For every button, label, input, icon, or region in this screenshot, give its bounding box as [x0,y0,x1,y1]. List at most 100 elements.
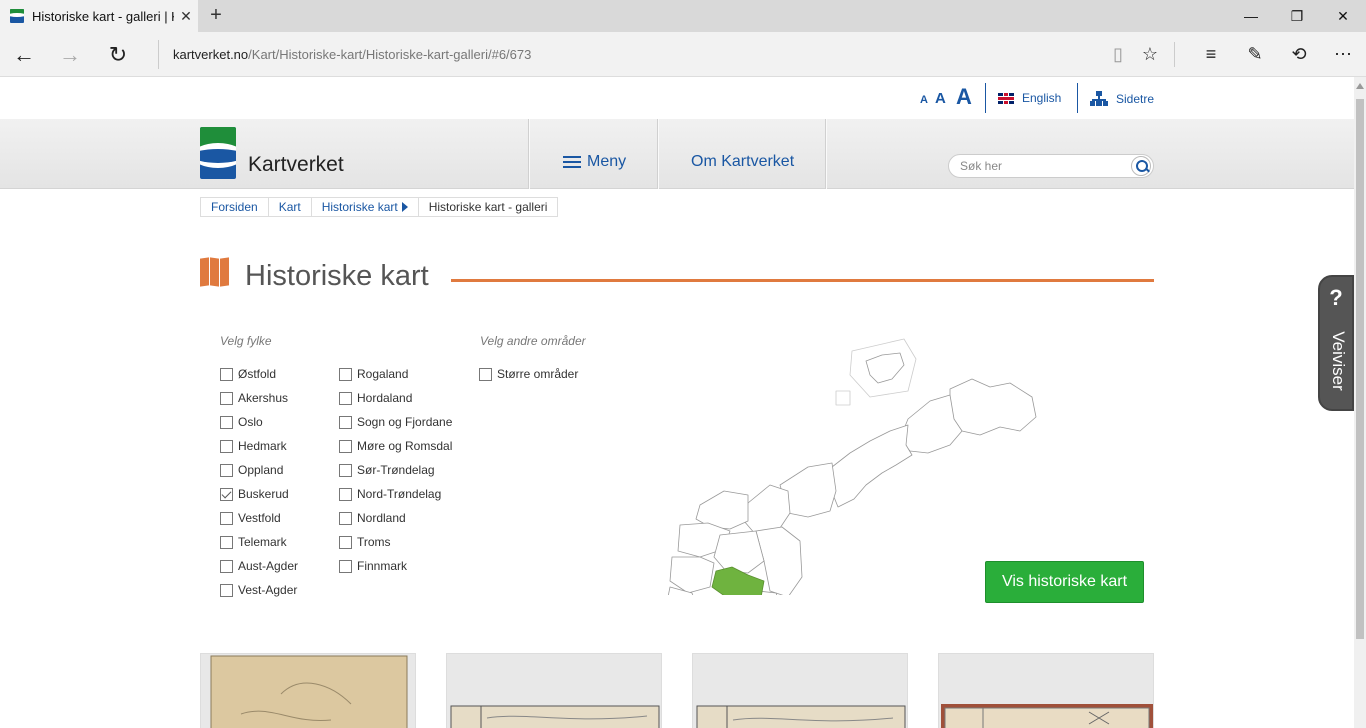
region-hordaland [669,556,715,594]
hamburger-icon [563,156,581,168]
checkbox-box[interactable] [220,463,233,477]
map-thumbnail-2[interactable] [446,653,662,728]
checkbox-box[interactable] [220,535,233,549]
checkbox-nord-trøndelag[interactable]: Nord-Trøndelag [339,487,441,501]
historical-map-image [450,705,660,728]
sitemap-link[interactable]: Sidetre [1090,91,1154,107]
checkbox-finnmark[interactable]: Finnmark [339,559,407,573]
checkbox-label: Finnmark [357,559,408,573]
checkbox-box[interactable] [479,367,492,381]
checkbox-akershus[interactable]: Akershus [220,391,288,405]
scroll-up-icon[interactable] [1356,83,1364,89]
checkbox-box[interactable] [339,535,352,549]
checkbox-label: Oslo [238,415,263,429]
favorite-star-icon[interactable]: ☆ [1128,32,1172,77]
checkbox-box[interactable] [339,367,352,381]
checkbox-vest-agder[interactable]: Vest-Agder [220,583,297,597]
english-label: English [1022,91,1062,105]
checkbox-box[interactable] [339,511,352,525]
more-icon[interactable]: ⋯ [1321,32,1365,77]
checkbox-box[interactable] [339,415,352,429]
about-link[interactable]: Om Kartverket [691,153,794,171]
search-input[interactable] [960,158,1130,174]
checkbox-label: Buskerud [238,487,289,501]
refresh-icon[interactable]: ↻ [94,32,142,77]
checkbox-box[interactable] [220,511,233,525]
checkbox-telemark[interactable]: Telemark [220,535,287,549]
breadcrumb-kart[interactable]: Kart [269,198,312,216]
checkbox-nordland[interactable]: Nordland [339,511,406,525]
checkbox-møre-og-romsdal[interactable]: Møre og Romsdal [339,439,452,453]
checkbox-box[interactable] [220,391,233,405]
english-link[interactable]: English [998,91,1061,105]
map-thumbnail-1[interactable] [200,653,416,728]
checkbox-rogaland[interactable]: Rogaland [339,367,408,381]
checkbox-box[interactable] [220,367,233,381]
map-thumbnail-3[interactable] [692,653,908,728]
search-icon[interactable] [1131,156,1151,176]
checkbox-box[interactable] [339,391,352,405]
checkbox-box[interactable] [220,439,233,453]
font-size-medium[interactable]: A [935,90,946,107]
back-arrow-icon[interactable]: ← [0,32,48,77]
font-size-small[interactable]: A [920,94,928,106]
restore-icon[interactable]: ❐ [1274,0,1320,32]
breadcrumb-forsiden[interactable]: Forsiden [201,198,269,216]
checkbox-label: Hordaland [357,391,413,405]
search-box [948,154,1154,178]
font-size-large[interactable]: A [956,84,972,110]
checkbox-større-områder[interactable]: Større områder [479,367,578,381]
checkbox-buskerud[interactable]: Buskerud [220,487,289,501]
close-window-icon[interactable]: ✕ [1320,0,1366,32]
checkbox-sør-trøndelag[interactable]: Sør-Trøndelag [339,463,435,477]
veiviser-tab[interactable]: ? Veiviser [1318,275,1354,411]
kartverket-logo-icon[interactable] [200,127,236,179]
checkbox-box[interactable] [339,487,352,501]
hub-icon[interactable]: ≡ [1189,32,1233,77]
norway-map-svg[interactable] [660,335,1040,666]
checkbox-hedmark[interactable]: Hedmark [220,439,287,453]
checkbox-hordaland[interactable]: Hordaland [339,391,412,405]
checkbox-østfold[interactable]: Østfold [220,367,276,381]
url-field[interactable]: kartverket.no/Kart/Historiske-kart/Histo… [158,40,1088,69]
sitemap-icon [1090,91,1108,107]
checkbox-oppland[interactable]: Oppland [220,463,283,477]
checkbox-box[interactable] [220,583,233,597]
norway-county-map[interactable] [660,335,1040,666]
url-path: /Kart/Historiske-kart/Historiske-kart-ga… [248,47,532,62]
checkbox-label: Hedmark [238,439,287,453]
checkbox-oslo[interactable]: Oslo [220,415,263,429]
checkbox-troms[interactable]: Troms [339,535,391,549]
checkbox-box[interactable] [220,559,233,573]
brand-name[interactable]: Kartverket [248,153,344,177]
page-scrollbar[interactable] [1354,77,1366,728]
checkbox-box[interactable] [339,463,352,477]
checkbox-box[interactable] [339,439,352,453]
browser-tab[interactable]: Historiske kart - galleri | K ✕ [0,0,198,32]
checkbox-box[interactable] [220,487,233,501]
region-oppland [713,530,765,574]
checkbox-vestfold[interactable]: Vestfold [220,511,281,525]
map-thumbnail-4[interactable] [938,653,1154,728]
breadcrumb-current: Historiske kart - galleri [428,200,548,214]
scroll-thumb[interactable] [1356,99,1364,639]
checkbox-aust-agder[interactable]: Aust-Agder [220,559,298,573]
header-separator [825,119,826,189]
web-note-icon[interactable]: ✎ [1233,32,1277,77]
checkbox-box[interactable] [220,415,233,429]
new-tab-icon[interactable]: + [203,4,229,28]
kartverket-favicon-icon [10,9,24,23]
forward-arrow-icon[interactable]: → [46,32,94,77]
show-historical-maps-button[interactable]: Vis historiske kart [985,561,1144,603]
menu-button[interactable]: Meny [563,153,626,171]
web-page: A A A English Sidetre Kartverket Meny Om… [0,77,1354,728]
historical-map-image [941,704,1153,728]
historical-map-image [210,655,408,728]
share-icon[interactable]: ⟲ [1277,32,1321,77]
checkbox-box[interactable] [339,559,352,573]
checkbox-sogn-og-fjordane[interactable]: Sogn og Fjordane [339,415,452,429]
checkbox-label: Sør-Trøndelag [357,463,435,477]
minimize-icon[interactable]: — [1228,0,1274,32]
close-tab-icon[interactable]: ✕ [174,8,198,25]
breadcrumb-historiske-kart[interactable]: Historiske kart [312,198,419,216]
